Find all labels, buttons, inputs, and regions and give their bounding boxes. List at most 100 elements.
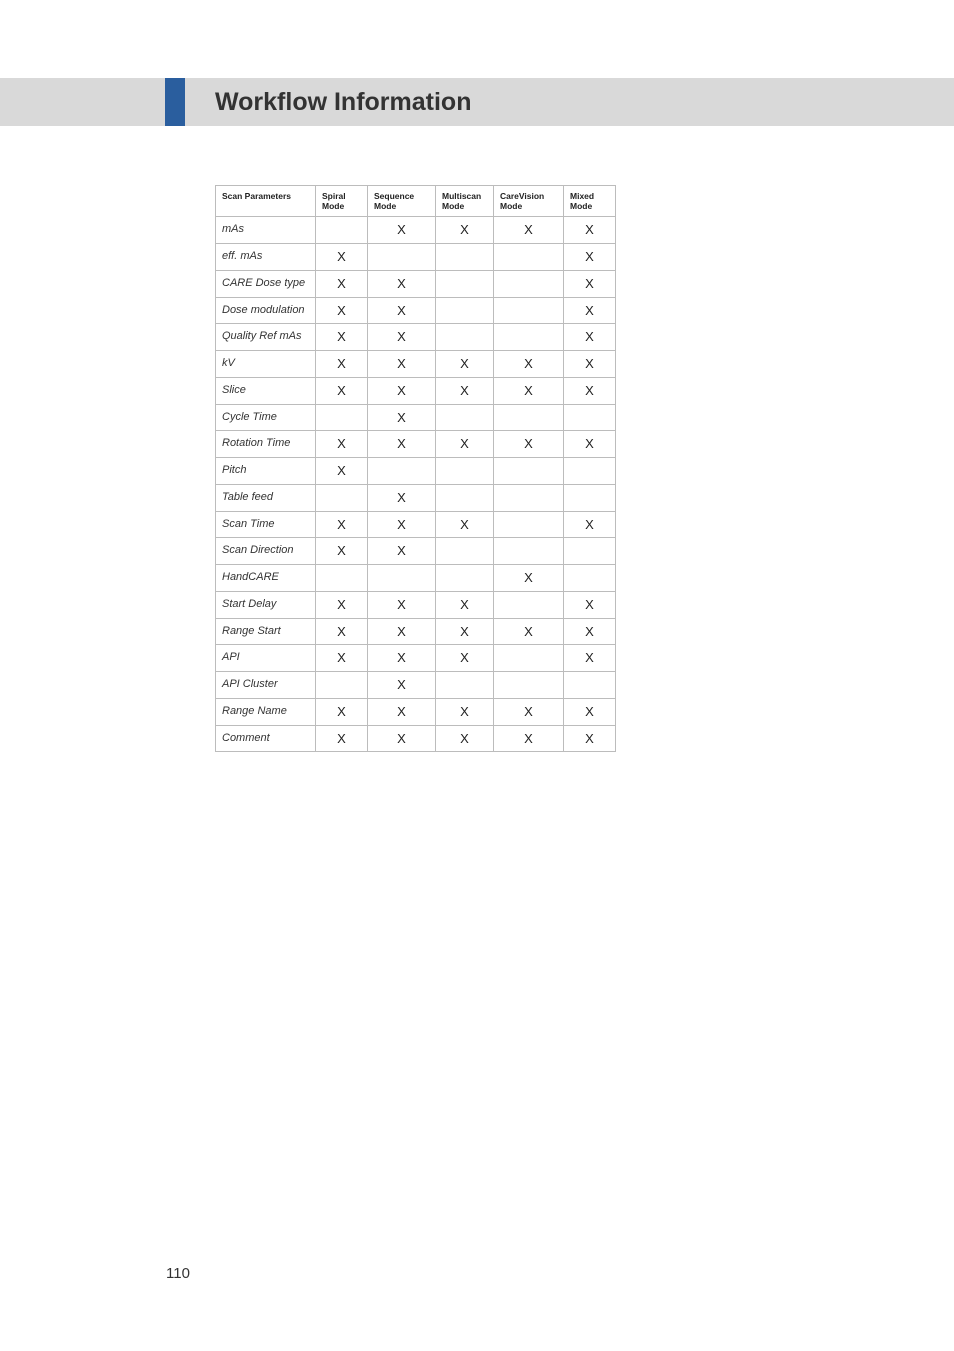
param-label: API Cluster [216,672,316,699]
cell-value: X [494,618,564,645]
cell-value: X [436,618,494,645]
cell-value [436,458,494,485]
table-row: Scan DirectionXX [216,538,616,565]
table-row: Start DelayXXXX [216,591,616,618]
header-band [0,78,954,126]
param-label: API [216,645,316,672]
cell-value: X [368,431,436,458]
cell-value: X [564,377,616,404]
table-row: Dose modulationXXX [216,297,616,324]
param-label: CARE Dose type [216,270,316,297]
cell-value [564,565,616,592]
param-label: Quality Ref mAs [216,324,316,351]
cell-value [436,484,494,511]
cell-value: X [564,645,616,672]
cell-value [494,244,564,271]
param-label: HandCARE [216,565,316,592]
cell-value: X [436,591,494,618]
cell-value [436,538,494,565]
cell-value: X [316,431,368,458]
table-row: HandCARE X [216,565,616,592]
param-label: Cycle Time [216,404,316,431]
cell-value [316,672,368,699]
cell-value: X [436,511,494,538]
cell-value: X [316,324,368,351]
page-title: Workflow Information [215,78,471,126]
cell-value: X [368,672,436,699]
cell-value: X [316,377,368,404]
cell-value: X [368,351,436,378]
cell-value [494,297,564,324]
table-row: PitchX [216,458,616,485]
cell-value [494,645,564,672]
table-row: Cycle TimeX [216,404,616,431]
param-label: Rotation Time [216,431,316,458]
cell-value: X [436,698,494,725]
cell-value [436,270,494,297]
cell-value [436,565,494,592]
scan-parameters-table: Scan Parameters Spiral Mode Sequence Mod… [215,185,616,752]
cell-value: X [494,565,564,592]
cell-value: X [564,725,616,752]
cell-value [436,297,494,324]
cell-value: X [564,351,616,378]
cell-value [316,404,368,431]
header-accent [165,78,185,126]
param-label: Start Delay [216,591,316,618]
cell-value [368,565,436,592]
table-row: API Cluster X [216,672,616,699]
cell-value: X [564,618,616,645]
table-row: SliceXXXXX [216,377,616,404]
cell-value [494,404,564,431]
param-label: kV [216,351,316,378]
table-row: Range StartXXXXX [216,618,616,645]
cell-value [316,217,368,244]
cell-value: X [564,431,616,458]
cell-value: X [436,217,494,244]
cell-value: X [436,645,494,672]
cell-value: X [316,351,368,378]
table-row: eff. mAsXX [216,244,616,271]
cell-value [494,458,564,485]
cell-value: X [564,217,616,244]
table-row: Rotation TimeXXXXX [216,431,616,458]
cell-value: X [368,297,436,324]
cell-value [436,404,494,431]
cell-value: X [368,698,436,725]
cell-value: X [316,270,368,297]
param-label: Dose modulation [216,297,316,324]
cell-value: X [368,217,436,244]
param-label: Range Start [216,618,316,645]
cell-value: X [316,297,368,324]
cell-value: X [494,377,564,404]
cell-value: X [494,351,564,378]
cell-value [316,565,368,592]
param-label: eff. mAs [216,244,316,271]
cell-value: X [436,725,494,752]
cell-value [564,458,616,485]
cell-value [564,672,616,699]
cell-value [564,538,616,565]
col-header-scan-parameters: Scan Parameters [216,186,316,217]
cell-value [368,244,436,271]
cell-value: X [564,511,616,538]
col-header-mixed-mode: Mixed Mode [564,186,616,217]
cell-value [436,324,494,351]
cell-value: X [316,458,368,485]
param-label: mAs [216,217,316,244]
cell-value: X [436,377,494,404]
cell-value: X [316,618,368,645]
cell-value [564,404,616,431]
cell-value [436,244,494,271]
col-header-multiscan-mode: Multiscan Mode [436,186,494,217]
cell-value [494,591,564,618]
cell-value [368,458,436,485]
content-area: Scan Parameters Spiral Mode Sequence Mod… [215,185,616,752]
cell-value: X [368,511,436,538]
cell-value: X [316,591,368,618]
cell-value: X [368,725,436,752]
table-row: Range NameXXXXX [216,698,616,725]
cell-value: X [436,351,494,378]
param-label: Comment [216,725,316,752]
cell-value: X [368,324,436,351]
